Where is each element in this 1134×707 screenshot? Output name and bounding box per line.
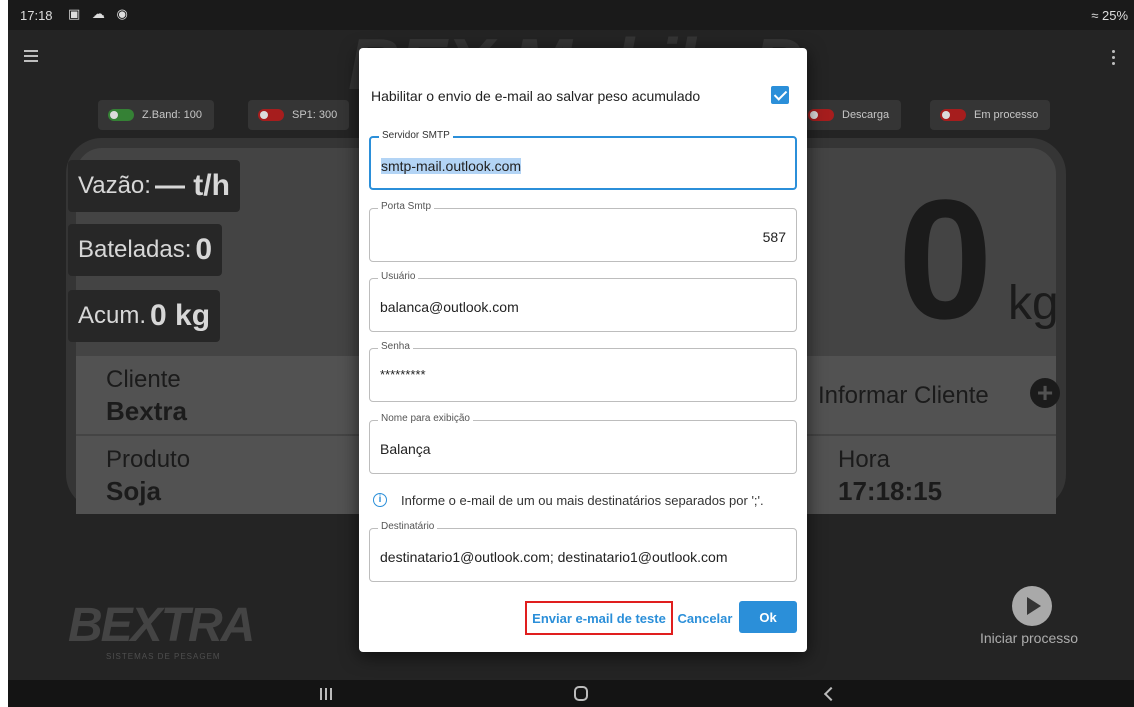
ok-button[interactable]: Ok xyxy=(739,601,797,633)
field-label: Nome para exibição xyxy=(378,413,473,424)
password-field[interactable]: Senha ********* xyxy=(369,341,797,402)
notification-icons: ▣ ☁ ◉ xyxy=(68,6,132,21)
field-label: Servidor SMTP xyxy=(379,130,453,141)
status-time: 17:18 xyxy=(20,8,53,23)
field-value: balanca@outlook.com xyxy=(380,299,519,315)
cancel-button[interactable]: Cancelar xyxy=(675,601,735,635)
battery-indicator: ≈ 25% xyxy=(1091,8,1128,23)
field-label: Porta Smtp xyxy=(378,201,435,212)
field-value: ********* xyxy=(380,367,426,382)
send-test-email-button[interactable]: Enviar e-mail de teste xyxy=(525,601,673,635)
recipient-field[interactable]: Destinatário destinatario1@outlook.com; … xyxy=(369,521,797,582)
tablet-screen: 17:18 ▣ ☁ ◉ ≈ 25% BEX Mobile P Z.Band: 1… xyxy=(8,0,1134,707)
enable-email-checkbox[interactable] xyxy=(771,86,789,104)
recents-icon[interactable] xyxy=(320,688,332,700)
navigation-bar xyxy=(8,680,1134,707)
field-label: Senha xyxy=(378,341,413,352)
field-value: destinatario1@outlook.com; destinatario1… xyxy=(380,549,728,565)
info-icon: i xyxy=(373,493,387,507)
field-label: Usuário xyxy=(378,271,419,282)
email-settings-dialog: Habilitar o envio de e-mail ao salvar pe… xyxy=(359,48,807,652)
user-field[interactable]: Usuário balanca@outlook.com xyxy=(369,271,797,332)
display-name-field[interactable]: Nome para exibição Balança xyxy=(369,413,797,474)
smtp-server-field[interactable]: Servidor SMTP smtp-mail.outlook.com xyxy=(369,130,797,190)
field-value: Balança xyxy=(380,441,431,457)
recipient-hint: Informe o e-mail de um ou mais destinatá… xyxy=(401,493,764,508)
enable-email-label: Habilitar o envio de e-mail ao salvar pe… xyxy=(371,88,701,104)
field-value: 587 xyxy=(762,229,786,245)
home-icon[interactable] xyxy=(574,686,588,701)
field-value: smtp-mail.outlook.com xyxy=(381,158,522,174)
field-label: Destinatário xyxy=(378,521,438,532)
smtp-port-field[interactable]: Porta Smtp 587 xyxy=(369,201,797,262)
